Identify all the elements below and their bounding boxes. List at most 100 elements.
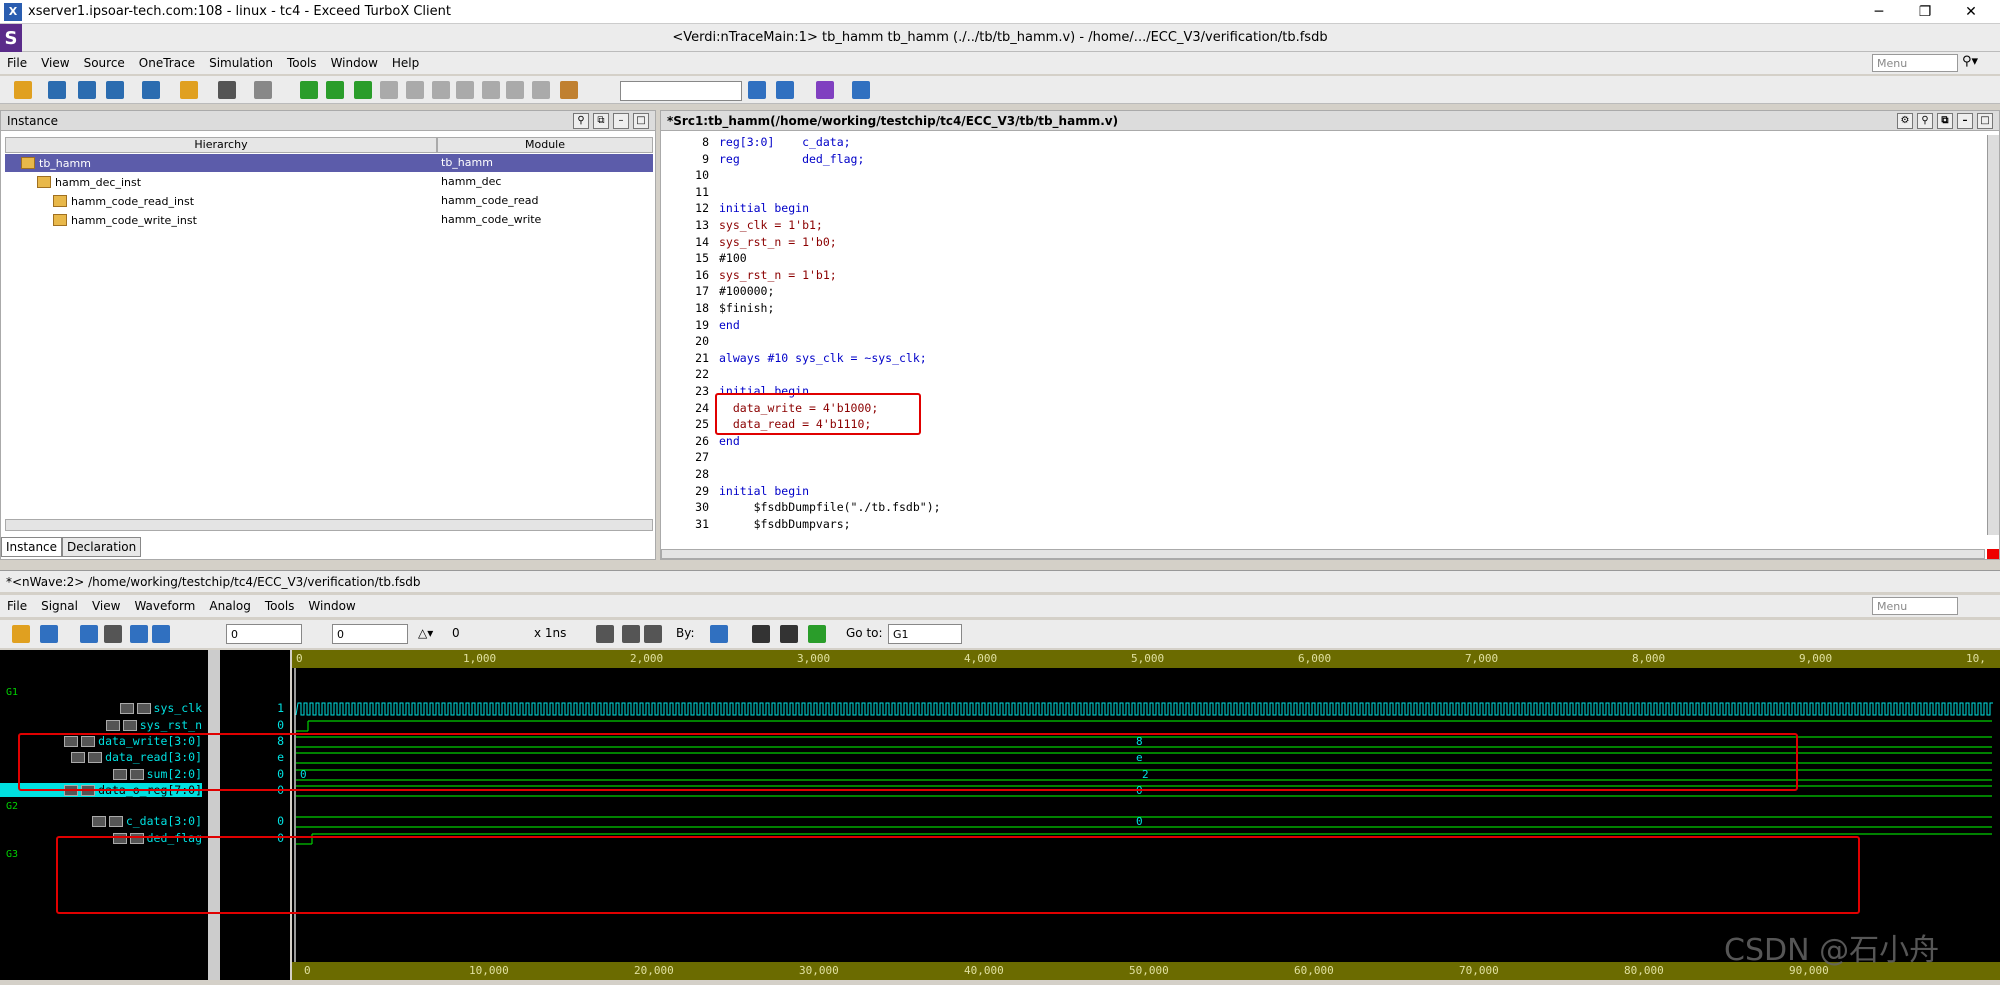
pin-icon[interactable]: ⚲ bbox=[573, 113, 589, 129]
toolbar-icon[interactable] bbox=[456, 81, 474, 99]
module-column-header[interactable]: Module bbox=[437, 137, 653, 153]
menu-simulation[interactable]: Simulation bbox=[202, 56, 280, 70]
tree-row-hamm-code-write-inst[interactable]: hamm_code_write_inst bbox=[53, 211, 197, 229]
toolbar-icon[interactable] bbox=[218, 81, 236, 99]
maximize-panel-icon[interactable]: □ bbox=[1977, 113, 1993, 129]
wave-toolbar-icon[interactable] bbox=[622, 625, 640, 643]
wave-menu-analog[interactable]: Analog bbox=[202, 599, 257, 613]
menu-file[interactable]: File bbox=[0, 56, 34, 70]
signal-sys-clk[interactable]: sys_clk bbox=[119, 701, 202, 715]
wave-toolbar-icon[interactable] bbox=[780, 625, 798, 643]
close-button[interactable]: ✕ bbox=[1948, 0, 1994, 24]
toolbar-icon[interactable] bbox=[852, 81, 870, 99]
toolbar-icon[interactable] bbox=[106, 81, 124, 99]
wave-toolbar-icon[interactable] bbox=[596, 625, 614, 643]
wave-toolbar-icon[interactable] bbox=[808, 625, 826, 643]
wave-menu-signal[interactable]: Signal bbox=[34, 599, 85, 613]
wave-menu-waveform[interactable]: Waveform bbox=[127, 599, 202, 613]
line-number: 29 bbox=[695, 483, 709, 498]
hierarchy-column-header[interactable]: Hierarchy bbox=[5, 137, 437, 153]
instance-panel-tabs: Instance Declaration bbox=[1, 537, 142, 557]
menu-onetrace[interactable]: OneTrace bbox=[132, 56, 202, 70]
line-number: 10 bbox=[695, 168, 709, 183]
wave-menu-view[interactable]: View bbox=[85, 599, 127, 613]
toolbar-icon[interactable] bbox=[482, 81, 500, 99]
wave-toolbar-icon[interactable] bbox=[152, 625, 170, 643]
toolbar-icon[interactable] bbox=[748, 81, 766, 99]
goto-select[interactable]: G1 bbox=[888, 624, 962, 644]
wave-toolbar-icon[interactable] bbox=[752, 625, 770, 643]
wave-toolbar-icon[interactable] bbox=[80, 625, 98, 643]
wave-menu-file[interactable]: File bbox=[0, 599, 34, 613]
code-editor[interactable]: 8 reg[3:0] c_data; 9 reg ded_flag; 10 11 12 ini… bbox=[661, 135, 1985, 535]
tree-row-hamm-code-read-inst[interactable]: hamm_code_read_inst bbox=[53, 192, 194, 210]
menu-window[interactable]: Window bbox=[324, 56, 385, 70]
nwave-menu-search[interactable]: Menu bbox=[1872, 597, 1958, 615]
wave-toolbar-icon[interactable] bbox=[130, 625, 148, 643]
annotation-box-output-signals bbox=[56, 836, 1860, 914]
signal-value-pane[interactable]: 108e0000 bbox=[220, 650, 290, 980]
wave-menu-window[interactable]: Window bbox=[301, 599, 362, 613]
minimize-panel-icon[interactable]: – bbox=[1957, 113, 1973, 129]
menu-help[interactable]: Help bbox=[385, 56, 426, 70]
menu-source[interactable]: Source bbox=[77, 56, 132, 70]
wave-toolbar-icon[interactable] bbox=[12, 625, 30, 643]
source-vertical-scrollbar[interactable] bbox=[1987, 135, 1999, 535]
menu-view[interactable]: View bbox=[34, 56, 76, 70]
minimize-panel-icon[interactable]: – bbox=[613, 113, 629, 129]
signal-sys-rst-n[interactable]: sys_rst_n bbox=[105, 718, 202, 732]
toolbar-icon[interactable] bbox=[776, 81, 794, 99]
toolbar-icon[interactable] bbox=[432, 81, 450, 99]
toolbar-icon[interactable] bbox=[14, 81, 32, 99]
toolbar-icon[interactable] bbox=[380, 81, 398, 99]
tab-instance[interactable]: Instance bbox=[1, 537, 63, 557]
ruler-tick: 4,000 bbox=[964, 652, 998, 665]
signal-c-data30[interactable]: c_data[3:0] bbox=[91, 814, 202, 828]
waveform-canvas[interactable] bbox=[292, 668, 2000, 962]
toolbar-icon[interactable] bbox=[180, 81, 198, 99]
toolbar-icon[interactable] bbox=[78, 81, 96, 99]
signal-group-g2[interactable]: G2 bbox=[6, 801, 18, 812]
signal-group-g1[interactable]: G1 bbox=[6, 687, 18, 698]
toolbar-icon[interactable] bbox=[406, 81, 424, 99]
toolbar-icon[interactable] bbox=[48, 81, 66, 99]
toolbar-icon[interactable] bbox=[326, 81, 344, 99]
source-horizontal-scrollbar[interactable] bbox=[661, 549, 1985, 559]
signal-group-g3[interactable]: G3 bbox=[6, 849, 18, 860]
toolbar-combo[interactable] bbox=[620, 81, 742, 101]
toolbar-icon[interactable] bbox=[354, 81, 372, 99]
maximize-panel-icon[interactable]: □ bbox=[633, 113, 649, 129]
toolbar-icon[interactable] bbox=[300, 81, 318, 99]
menu-tools[interactable]: Tools bbox=[280, 56, 324, 70]
signal-name-pane[interactable]: G1 G2 G3 sys_clk sys_rst_n data_write[3:0] dat… bbox=[0, 650, 208, 980]
maximize-button[interactable]: ❐ bbox=[1902, 0, 1948, 24]
marker-time-input[interactable]: 0 bbox=[332, 624, 408, 644]
toolbar-icon[interactable] bbox=[254, 81, 272, 99]
wave-toolbar-icon[interactable] bbox=[644, 625, 662, 643]
toolbar-icon[interactable] bbox=[560, 81, 578, 99]
toolbar-icon[interactable] bbox=[142, 81, 160, 99]
pin-icon[interactable]: ⚲ bbox=[1917, 113, 1933, 129]
tree-row-hamm-dec-inst[interactable]: hamm_dec_inst bbox=[37, 173, 141, 191]
undock-icon[interactable]: ⧉ bbox=[1937, 113, 1953, 129]
wave-menu-tools[interactable]: Tools bbox=[258, 599, 302, 613]
code-line: 26 end bbox=[661, 434, 740, 451]
signal-pane-scrollbar[interactable] bbox=[208, 650, 220, 980]
time-ruler-top[interactable]: 0 1,000 2,000 3,000 4,000 5,000 6,000 7,000 8,00… bbox=[292, 650, 2000, 668]
tab-declaration[interactable]: Declaration bbox=[62, 537, 142, 557]
cursor-time-input[interactable]: 0 bbox=[226, 624, 302, 644]
help-search-icon[interactable]: ⚲▾ bbox=[1962, 54, 1996, 72]
wave-toolbar-icon[interactable] bbox=[710, 625, 728, 643]
tree-row-tb-hamm[interactable]: tb_hamm bbox=[21, 154, 91, 172]
undock-icon[interactable]: ⧉ bbox=[593, 113, 609, 129]
toolbar-icon[interactable] bbox=[532, 81, 550, 99]
wave-toolbar-icon[interactable] bbox=[104, 625, 122, 643]
wave-toolbar-icon[interactable] bbox=[40, 625, 58, 643]
minimize-button[interactable]: ─ bbox=[1856, 0, 1902, 24]
verdi-menu-search[interactable]: Menu bbox=[1872, 54, 1958, 72]
toolbar-icon[interactable] bbox=[506, 81, 524, 99]
horizontal-scrollbar[interactable] bbox=[5, 519, 653, 531]
settings-icon[interactable]: ⚙ bbox=[1897, 113, 1913, 129]
toolbar-icon[interactable] bbox=[816, 81, 834, 99]
